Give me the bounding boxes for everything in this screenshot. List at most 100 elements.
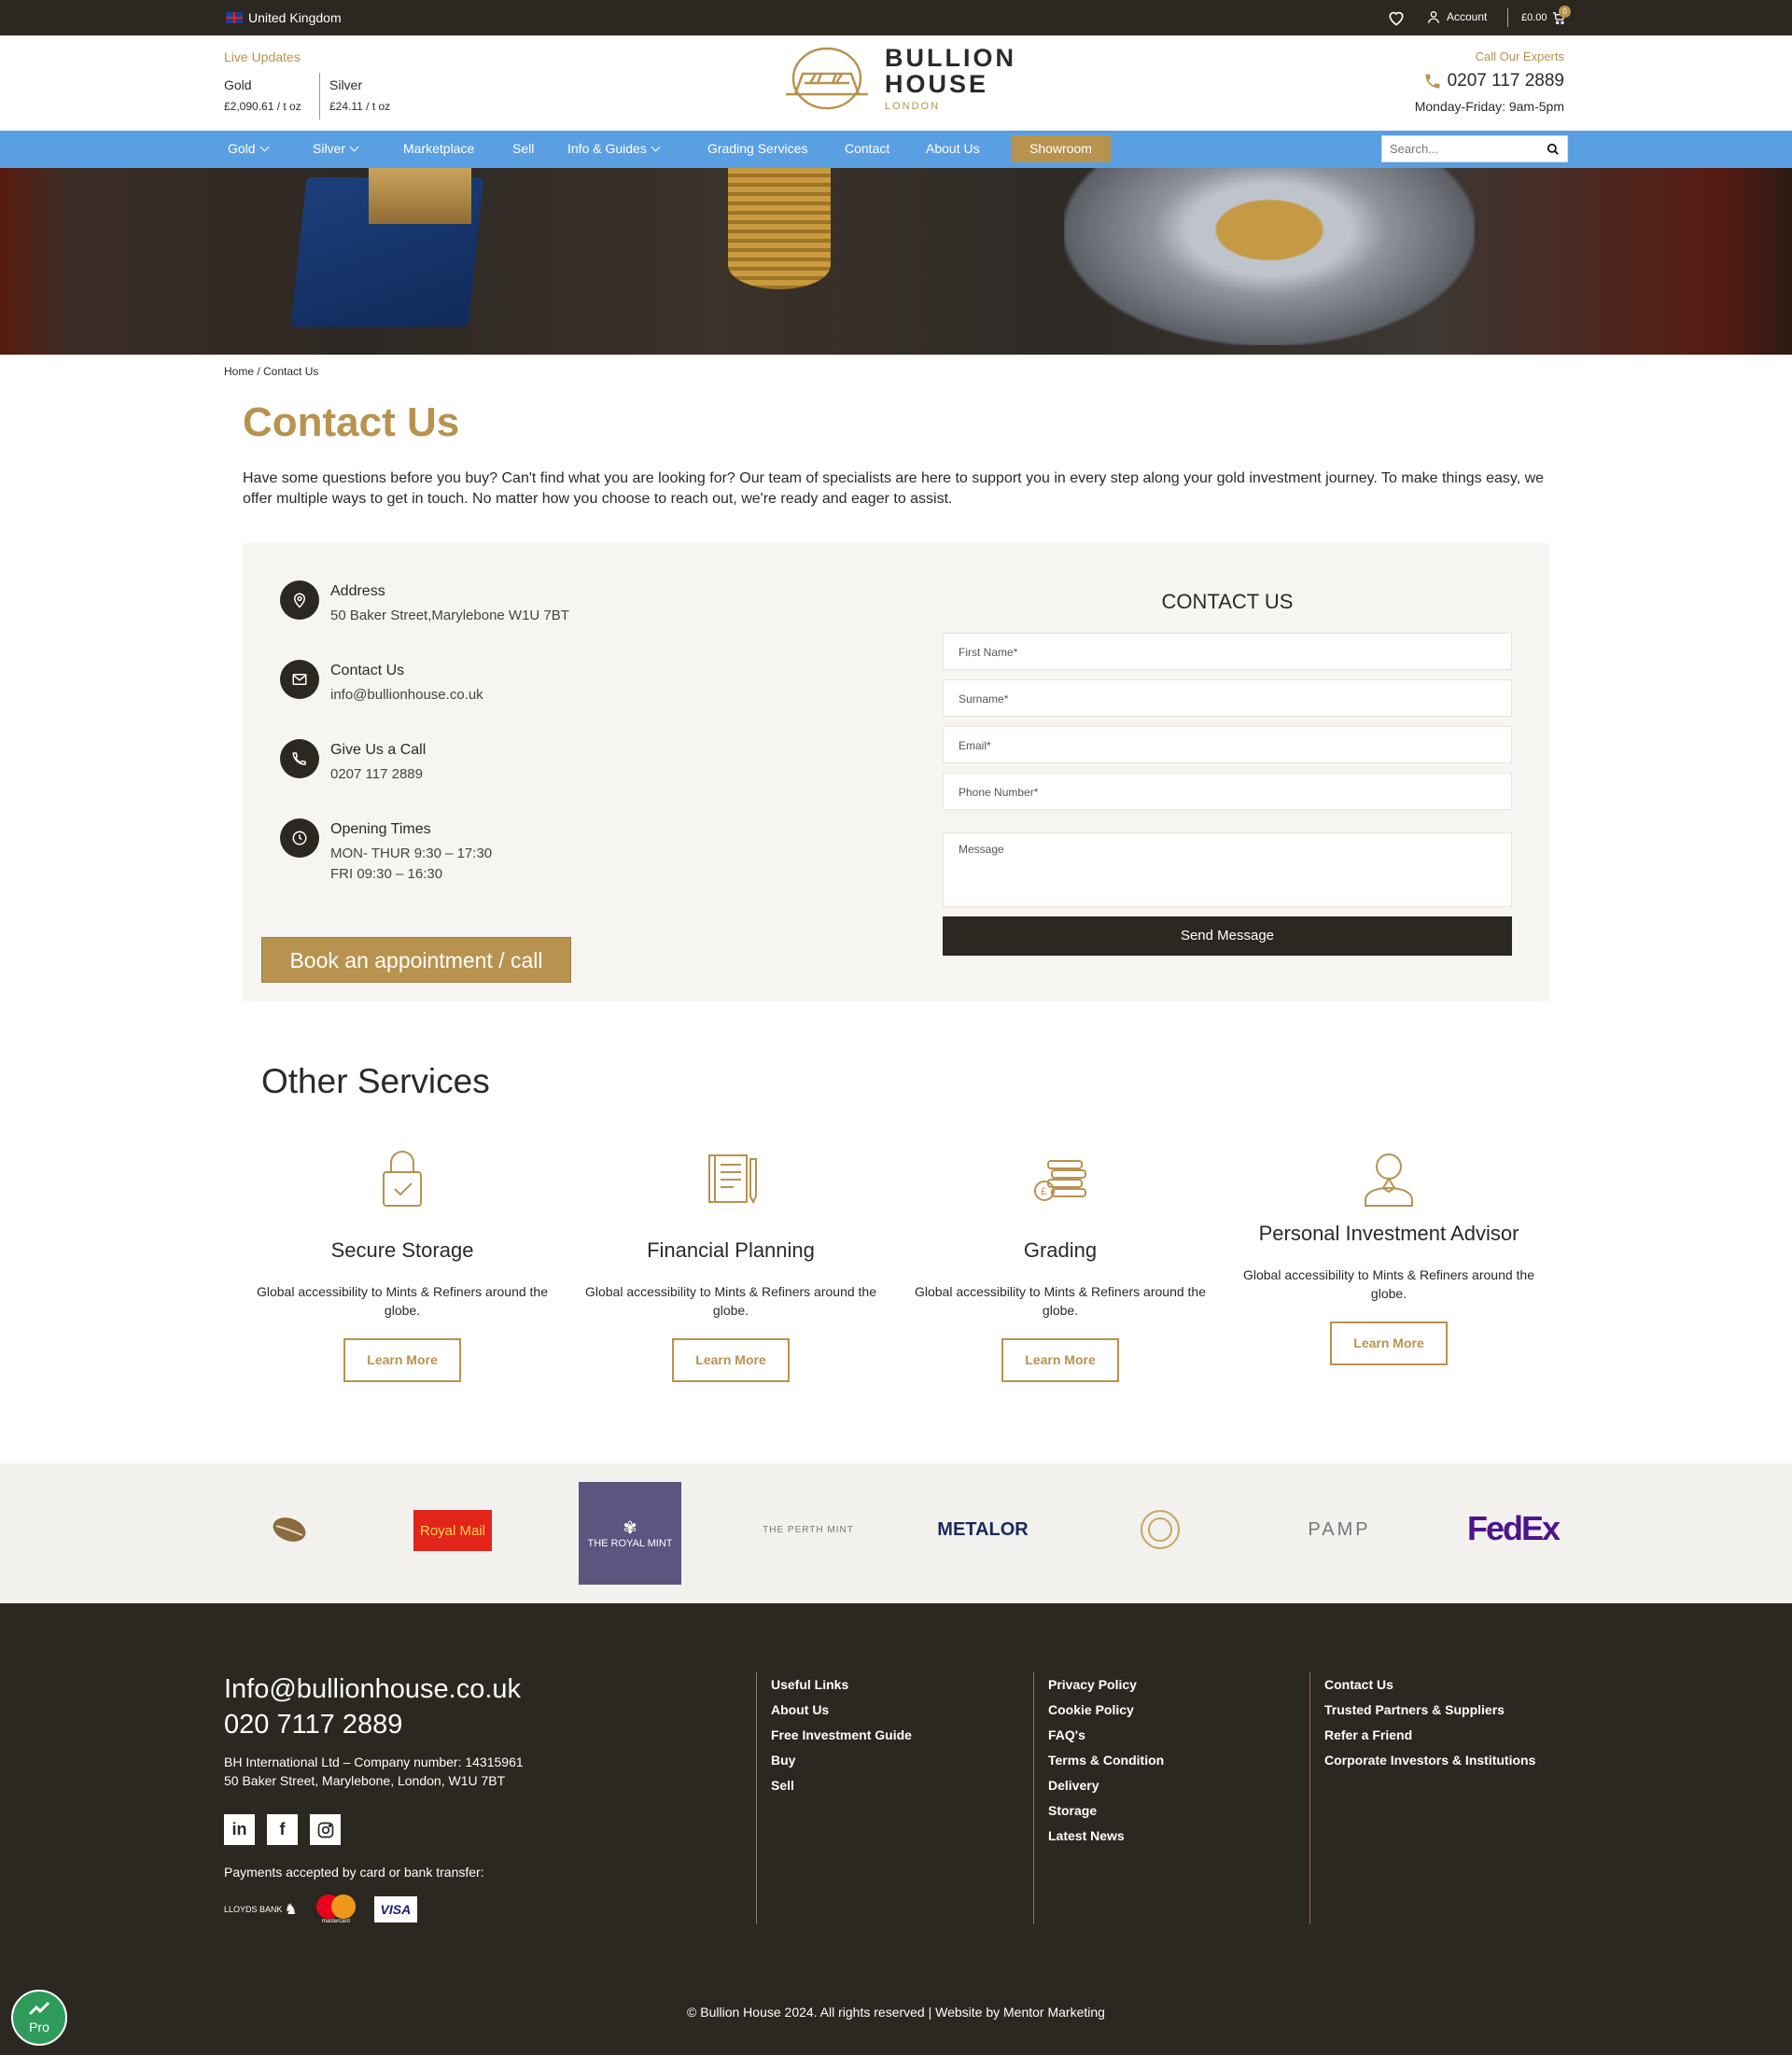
- phone-icon: [1425, 74, 1440, 89]
- svg-text:£: £: [1041, 1186, 1046, 1197]
- nav-contact[interactable]: Contact: [845, 141, 889, 156]
- footer-link[interactable]: Sell: [771, 1773, 1017, 1798]
- showroom-button[interactable]: Showroom: [1011, 135, 1111, 162]
- breadcrumb[interactable]: Home / Contact Us: [224, 365, 318, 378]
- footer-col-policies: Privacy Policy Cookie Policy FAQ's Terms…: [1033, 1672, 1304, 1924]
- footer-link[interactable]: Latest News: [1048, 1824, 1304, 1849]
- footer-link[interactable]: About Us: [771, 1698, 1017, 1723]
- site-footer: Info@bullionhouse.co.uk 020 7117 2889 BH…: [0, 1603, 1792, 2055]
- footer-link[interactable]: Trusted Partners & Suppliers: [1324, 1698, 1589, 1723]
- footer-link[interactable]: Privacy Policy: [1048, 1672, 1304, 1698]
- linkedin-icon[interactable]: in: [224, 1814, 255, 1845]
- header-phone-number: 0207 117 2889: [1447, 71, 1564, 91]
- send-message-button[interactable]: Send Message: [943, 916, 1512, 956]
- chevron-down-icon: [259, 142, 270, 151]
- account-link[interactable]: Account: [1426, 8, 1487, 25]
- nav-info-guides[interactable]: Info & Guides: [567, 141, 661, 156]
- book-appointment-button[interactable]: Book an appointment / call: [261, 937, 571, 983]
- call-experts-label: Call Our Experts: [1475, 49, 1564, 63]
- uk-flag-icon: [226, 12, 243, 23]
- country-selector[interactable]: United Kingdom: [226, 10, 342, 25]
- footer-col-useful-links: Useful Links About Us Free Investment Gu…: [756, 1672, 1017, 1924]
- pro-widget-button[interactable]: Pro: [11, 1990, 67, 2046]
- nav-gold[interactable]: Gold: [228, 141, 270, 156]
- site-logo[interactable]: BULLION HOUSE LONDON: [782, 45, 1016, 112]
- partner-logos-strip: Royal Mail ✾ THE ROYAL MINT THE PERTH MIN…: [0, 1463, 1792, 1603]
- envelope-icon: [280, 660, 319, 699]
- footer-link[interactable]: Storage: [1048, 1798, 1304, 1824]
- logo-mark-icon: [786, 47, 868, 110]
- footer-link[interactable]: FAQ's: [1048, 1723, 1304, 1748]
- wishlist-heart-icon[interactable]: [1387, 8, 1406, 32]
- logo-line-3: LONDON: [885, 101, 941, 112]
- call-number[interactable]: 0207 117 2889: [330, 764, 426, 785]
- nav-sell-label: Sell: [512, 141, 535, 156]
- learn-more-button[interactable]: Learn More: [343, 1338, 461, 1382]
- footer-link[interactable]: Terms & Condition: [1048, 1748, 1304, 1773]
- nav-sell[interactable]: Sell: [512, 141, 534, 156]
- footer-company: BH International Ltd – Company number: 1…: [224, 1754, 524, 1769]
- royal-mint-name: THE ROYAL MINT: [587, 1537, 673, 1549]
- facebook-icon[interactable]: f: [267, 1814, 298, 1845]
- email-field[interactable]: Email*: [943, 726, 1512, 763]
- phone-number-field[interactable]: Phone Number*: [943, 773, 1512, 810]
- logo-line-2: HOUSE: [885, 70, 989, 98]
- call-info: Give Us a Call 0207 117 2889: [280, 739, 426, 785]
- nav-marketplace[interactable]: Marketplace: [403, 141, 474, 156]
- gold-price-value: £2,090.61 / t oz: [224, 100, 301, 113]
- live-updates-title: Live Updates: [224, 49, 301, 64]
- service-title: Personal Investment Advisor: [1258, 1222, 1519, 1245]
- nav-contact-label: Contact: [845, 141, 890, 156]
- learn-more-button[interactable]: Learn More: [672, 1338, 790, 1382]
- footer-email[interactable]: Info@bullionhouse.co.uk: [224, 1674, 521, 1705]
- footer-link[interactable]: Refer a Friend: [1324, 1723, 1589, 1748]
- surname-field[interactable]: Surname*: [943, 679, 1512, 717]
- header-hours: Monday-Friday: 9am-5pm: [1414, 99, 1564, 114]
- pro-label: Pro: [29, 2020, 49, 2034]
- service-description: Global accessibility to Mints & Refiners…: [584, 1284, 877, 1318]
- padlock-icon: [248, 1148, 556, 1213]
- learn-more-button[interactable]: Learn More: [1330, 1321, 1448, 1365]
- nav-about-us[interactable]: About Us: [926, 141, 980, 156]
- nav-gold-label: Gold: [228, 141, 256, 156]
- learn-more-button[interactable]: Learn More: [1001, 1338, 1119, 1382]
- header-phone[interactable]: 0207 117 2889: [1423, 71, 1564, 91]
- cart-button[interactable]: £0.00 0: [1521, 6, 1571, 25]
- email-title: Contact Us: [330, 663, 405, 678]
- nav-silver-label: Silver: [313, 141, 346, 156]
- footer-link[interactable]: Contact Us: [1324, 1672, 1589, 1698]
- trend-up-icon: [28, 2001, 50, 2016]
- partner-perth-mint-logo: THE PERTH MINT: [763, 1524, 854, 1535]
- footer-link[interactable]: Corporate Investors & Institutions: [1324, 1748, 1589, 1773]
- main-nav: Gold Silver Marketplace Sell Info & Guid…: [0, 131, 1792, 168]
- user-icon: [1428, 11, 1439, 23]
- nav-silver[interactable]: Silver: [313, 141, 359, 156]
- call-title: Give Us a Call: [330, 742, 427, 758]
- copyright: © Bullion House 2024. All rights reserve…: [687, 2005, 1105, 2020]
- footer-link[interactable]: Buy: [771, 1748, 1017, 1773]
- message-field[interactable]: Message: [943, 832, 1512, 907]
- email-link[interactable]: info@bullionhouse.co.uk: [330, 685, 483, 706]
- opening-times-info: Opening Times MON- THUR 9:30 – 17:30 FRI …: [280, 818, 492, 885]
- first-name-field[interactable]: First Name*: [943, 633, 1512, 670]
- footer-link[interactable]: Useful Links: [771, 1672, 1017, 1698]
- nav-grading-services[interactable]: Grading Services: [707, 141, 807, 156]
- instagram-icon[interactable]: [310, 1814, 341, 1845]
- footer-link[interactable]: Free Investment Guide: [771, 1723, 1017, 1748]
- search-input[interactable]: Search...: [1381, 135, 1568, 162]
- footer-link[interactable]: Delivery: [1048, 1773, 1304, 1798]
- cart-total: £0.00: [1521, 12, 1547, 23]
- footer-link[interactable]: Cookie Policy: [1048, 1698, 1304, 1723]
- price-divider: [319, 73, 320, 119]
- partner-fedex-logo: FedEx: [1466, 1509, 1561, 1547]
- advisor-person-icon: [1235, 1148, 1543, 1213]
- search-icon[interactable]: [1547, 143, 1560, 156]
- nav-marketplace-label: Marketplace: [403, 141, 475, 156]
- gold-price: Gold £2,090.61 / t oz: [224, 77, 301, 113]
- search-placeholder: Search...: [1390, 142, 1439, 156]
- footer-phone[interactable]: 020 7117 2889: [224, 1710, 402, 1740]
- chevron-down-icon: [651, 142, 661, 151]
- contact-form-title: CONTACT US: [1161, 590, 1294, 613]
- partner-bean-logo: [252, 1506, 327, 1553]
- partner-metalor-logo: METALOR: [937, 1518, 1029, 1540]
